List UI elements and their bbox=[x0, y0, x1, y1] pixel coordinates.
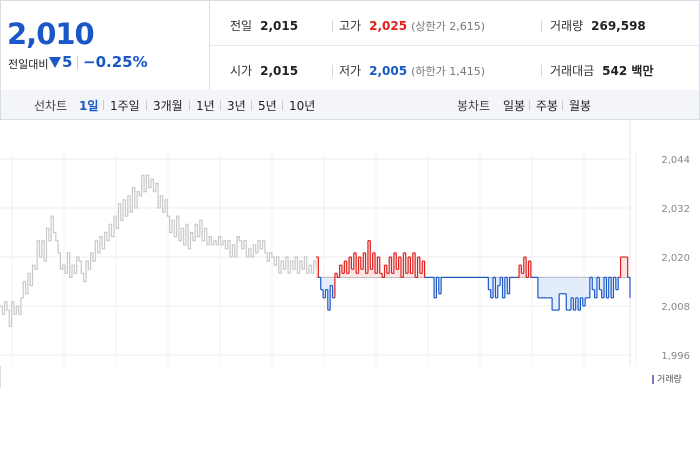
y-tick-label: 1,996 bbox=[661, 351, 690, 362]
stat-value: 269,598 bbox=[591, 19, 646, 33]
down-area bbox=[330, 277, 333, 286]
divider bbox=[541, 20, 542, 32]
up-area bbox=[356, 273, 359, 278]
down-area bbox=[325, 277, 329, 290]
intraday-chart: 2,044 2,032 2,020 2,008 1,996 bbox=[0, 120, 690, 366]
change-label: 전일대비 bbox=[8, 58, 49, 71]
down-area bbox=[559, 277, 562, 294]
stat-label: 고가 bbox=[339, 19, 362, 33]
volume-legend: 거래량 bbox=[652, 372, 682, 385]
down-area bbox=[547, 277, 551, 298]
stat-open: 시가 2,015 bbox=[230, 62, 298, 79]
divider bbox=[146, 100, 147, 110]
stat-high: 고가 2,025 (상한가 2,615) bbox=[339, 17, 485, 34]
tab-1d[interactable]: 1일 bbox=[79, 97, 98, 114]
down-area bbox=[549, 277, 553, 298]
current-price: 2,010 bbox=[7, 17, 95, 51]
y-tick-label: 2,032 bbox=[661, 204, 690, 215]
divider bbox=[220, 100, 221, 110]
down-area bbox=[545, 277, 548, 298]
tab-weekly[interactable]: 주봉 bbox=[536, 97, 558, 114]
change-percent: −0.25% bbox=[83, 53, 148, 71]
up-area bbox=[521, 273, 525, 278]
lower-limit: (하한가 1,415) bbox=[411, 65, 485, 78]
up-area bbox=[396, 269, 399, 278]
up-area bbox=[622, 257, 626, 278]
quote-panel: 2,010 전일대비 5 −0.25% 전일 2,015 고가 2,025 (상한가 … bbox=[0, 0, 700, 91]
volume-area bbox=[0, 366, 700, 388]
change-value: 5 bbox=[62, 53, 73, 71]
divider bbox=[103, 100, 104, 110]
tab-daily[interactable]: 일봉 bbox=[503, 97, 525, 114]
up-area bbox=[360, 269, 364, 278]
up-area bbox=[405, 273, 409, 278]
stat-label: 시가 bbox=[230, 64, 253, 78]
period-tabs: 선차트 1일 1주일 3개월 1년 3년 5년 10년 봉차트 일봉 주봉 월봉 bbox=[0, 90, 700, 120]
y-tick-label: 2,044 bbox=[661, 155, 690, 166]
down-area bbox=[580, 277, 584, 298]
divider bbox=[332, 65, 333, 77]
up-area bbox=[370, 269, 373, 278]
divider bbox=[529, 100, 530, 110]
upper-limit: (상한가 2,615) bbox=[411, 20, 485, 33]
candle-chart-label: 봉차트 bbox=[457, 99, 491, 113]
divider bbox=[282, 100, 283, 110]
stat-value: 542 백만 bbox=[602, 64, 654, 78]
tab-3y[interactable]: 3년 bbox=[227, 97, 246, 114]
stat-value: 2,015 bbox=[260, 19, 299, 33]
up-area bbox=[410, 273, 414, 278]
down-area bbox=[570, 277, 574, 298]
line-chart-label: 선차트 bbox=[34, 99, 68, 113]
stat-value: 2,015 bbox=[260, 64, 299, 78]
stat-label: 저가 bbox=[339, 64, 362, 78]
stat-low: 저가 2,005 (하한가 1,415) bbox=[339, 62, 485, 79]
up-area bbox=[386, 273, 390, 278]
divider bbox=[77, 56, 78, 69]
down-triangle-icon bbox=[49, 57, 61, 68]
divider bbox=[332, 20, 333, 32]
down-area bbox=[585, 277, 588, 298]
tab-10y[interactable]: 10년 bbox=[289, 97, 315, 114]
stat-prev-close: 전일 2,015 bbox=[230, 17, 298, 34]
down-area bbox=[575, 277, 579, 298]
volume-legend-icon bbox=[652, 375, 654, 384]
tab-1w[interactable]: 1주일 bbox=[110, 97, 140, 114]
up-area bbox=[419, 273, 423, 278]
down-area bbox=[561, 277, 565, 294]
up-area bbox=[351, 269, 355, 278]
down-area bbox=[563, 277, 567, 294]
tab-5y[interactable]: 5년 bbox=[258, 97, 277, 114]
stat-label: 거래량 bbox=[550, 19, 584, 33]
up-area bbox=[341, 273, 345, 278]
tab-3m[interactable]: 3개월 bbox=[153, 97, 183, 114]
stat-value: 2,005 bbox=[369, 64, 408, 78]
down-area bbox=[554, 277, 558, 311]
y-tick-label: 2,008 bbox=[661, 302, 690, 313]
tab-monthly[interactable]: 월봉 bbox=[569, 97, 591, 114]
stat-value: 2,025 bbox=[369, 19, 408, 33]
down-area bbox=[540, 277, 543, 298]
volume-legend-label: 거래량 bbox=[657, 375, 682, 385]
previous-session-line bbox=[0, 174, 317, 327]
up-area bbox=[375, 273, 378, 278]
divider bbox=[189, 100, 190, 110]
stat-label: 거래대금 bbox=[550, 64, 595, 78]
divider bbox=[562, 100, 563, 110]
up-area bbox=[365, 273, 369, 278]
stat-trade-amount: 거래대금 542 백만 bbox=[550, 62, 653, 79]
y-tick-label: 2,020 bbox=[661, 253, 690, 264]
up-area bbox=[346, 273, 350, 278]
stat-label: 전일 bbox=[230, 19, 253, 33]
up-area bbox=[391, 273, 395, 278]
divider bbox=[210, 45, 699, 46]
price-box: 2,010 전일대비 5 −0.25% bbox=[1, 1, 210, 90]
stat-volume: 거래량 269,598 bbox=[550, 17, 646, 34]
tab-1y[interactable]: 1년 bbox=[196, 97, 215, 114]
down-area bbox=[542, 277, 546, 298]
divider bbox=[541, 65, 542, 77]
divider bbox=[251, 100, 252, 110]
